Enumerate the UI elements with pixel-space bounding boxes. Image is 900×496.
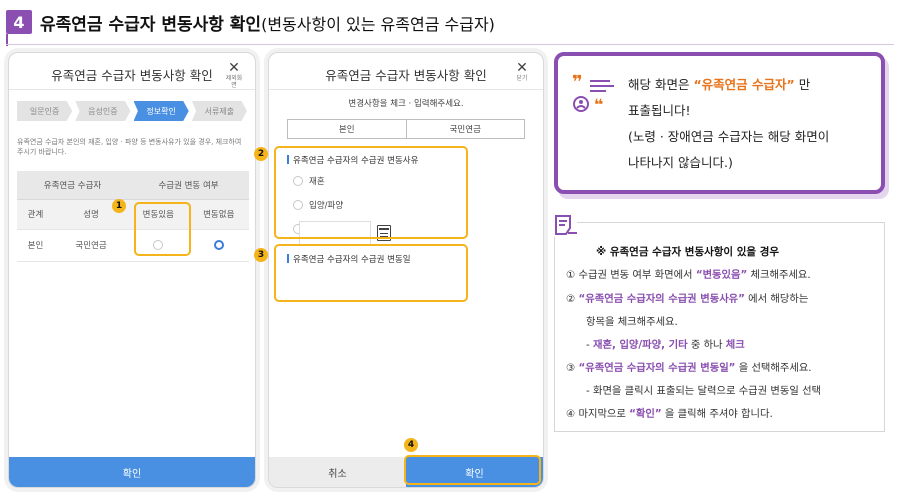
name-tab: 국민연금 [406,119,525,139]
table-column-header: 변동없음 [188,199,249,230]
instruction-line: - 화면을 클릭시 표출되는 달력으로 수급권 변동일 선택 [586,385,822,397]
step-item: 일문인증 [17,101,73,121]
instruction-line: ③ “유족연금 수급자의 수급권 변동일” 을 선택해주세요. [566,362,812,374]
table-group-header: 수급권 변동 여부 [128,171,249,200]
step-marker: 2 [254,147,268,161]
section-title-sub: (변동사항이 있는 유족연금 수급자) [261,14,495,34]
highlight-box-changed [134,202,191,256]
step-item: 음성인증 [75,101,131,121]
close-icon: ✕ [516,60,528,76]
notice-text: 유족연금 수급자 본인의 재혼, 입양 · 파양 등 변동사유가 있을 경우, … [17,138,242,156]
title-divider [9,89,255,90]
screen-title: 유족연금 수급자 변동사항 확인 [325,68,487,83]
callout-line: 표출됩니다! [628,103,691,118]
highlight-box-date [274,244,468,302]
title-divider [269,89,543,90]
unchanged-radio-cell [188,229,249,262]
step-marker: 4 [404,438,418,452]
svg-text:❝: ❝ [594,95,603,114]
callout-line: 나타나지 않습니다.) [628,155,733,170]
recipient-info-bar: 본인 국민연금 [287,119,525,139]
comment-quote-icon: ❞ ❝ [572,74,614,114]
input-prompt: 변경사항을 체크 · 입력해주세요. [348,99,464,109]
instruction-line: ① 수급권 변동 여부 화면에서 “변동있음” 체크해주세요. [566,269,811,281]
close-label: 제외화면 [225,75,243,89]
table-column-header: 관계 [17,199,54,230]
step-marker: 3 [254,248,268,262]
step-number-badge: 4 [6,10,32,34]
callout-line: 해당 화면은 “유족연금 수급자” 만 [628,77,811,92]
step-item-active: 정보확인 [133,101,189,121]
step-item: 서류제출 [191,101,247,121]
name-cell: 국민연금 [54,229,129,262]
screen-change-check: 유족연금 수급자 변동사항 확인 ✕ 제외화면 일문인증 음성인증 정보확인 서… [8,52,256,488]
highlight-box-reason [274,146,468,239]
instruction-line: ② “유족연금 수급자의 수급권 변동사유” 에서 해당하는 [566,293,809,305]
table-group-header: 유족연금 수급자 [17,171,129,200]
instruction-line: - 재혼, 입양/파양, 기타 중 하나 체크 [586,339,745,351]
info-callout: ❞ ❝ 해당 화면은 “유족연금 수급자” 만 표출됩니다! (노령 · 장애연… [554,52,885,194]
instruction-line: ④ 마지막으로 “확인” 을 클릭해 주셔야 합니다. [566,408,773,420]
callout-line: (노령 · 장애연금 수급자는 해당 화면이 [628,129,830,144]
section-title-main: 유족연금 수급자 변동사항 확인 [40,14,262,35]
step-progress: 일문인증 음성인증 정보확인 서류제출 [17,101,247,121]
instruction-title: ※ 유족연금 수급자 변동사항이 있을 경우 [596,246,780,258]
relation-cell: 본인 [17,229,54,262]
instruction-line: 항목을 체크해주세요. [586,316,678,328]
screen-title: 유족연금 수급자 변동사항 확인 [51,68,213,83]
close-label: 닫기 [516,75,528,82]
header-divider [6,44,894,45]
close-button[interactable]: ✕ 제외화면 [223,61,245,89]
recipient-table: 유족연금 수급자 수급권 변동 여부 관계 성명 변동있음 변동없음 본인 국민… [17,171,249,262]
section-header: 4 유족연금 수급자 변동사항 확인(변동사항이 있는 유족연금 수급자) [6,8,495,36]
unchanged-radio[interactable] [213,239,224,250]
svg-text:❞: ❞ [572,74,583,93]
confirm-button[interactable]: 확인 [9,457,255,487]
highlight-box-confirm [404,455,541,485]
table-row: 본인 국민연금 [17,229,249,262]
close-icon: ✕ [228,60,240,76]
close-button[interactable]: ✕ 닫기 [511,61,533,82]
cancel-button[interactable]: 취소 [269,457,406,487]
relation-tab: 본인 [287,119,407,139]
section-title: 유족연금 수급자 변동사항 확인(변동사항이 있는 유족연금 수급자) [40,10,495,35]
step-marker: 1 [112,199,126,213]
callout-text: 해당 화면은 “유족연금 수급자” 만 표출됩니다! (노령 · 장애연금 수급… [628,72,829,176]
document-edit-icon [553,213,577,237]
